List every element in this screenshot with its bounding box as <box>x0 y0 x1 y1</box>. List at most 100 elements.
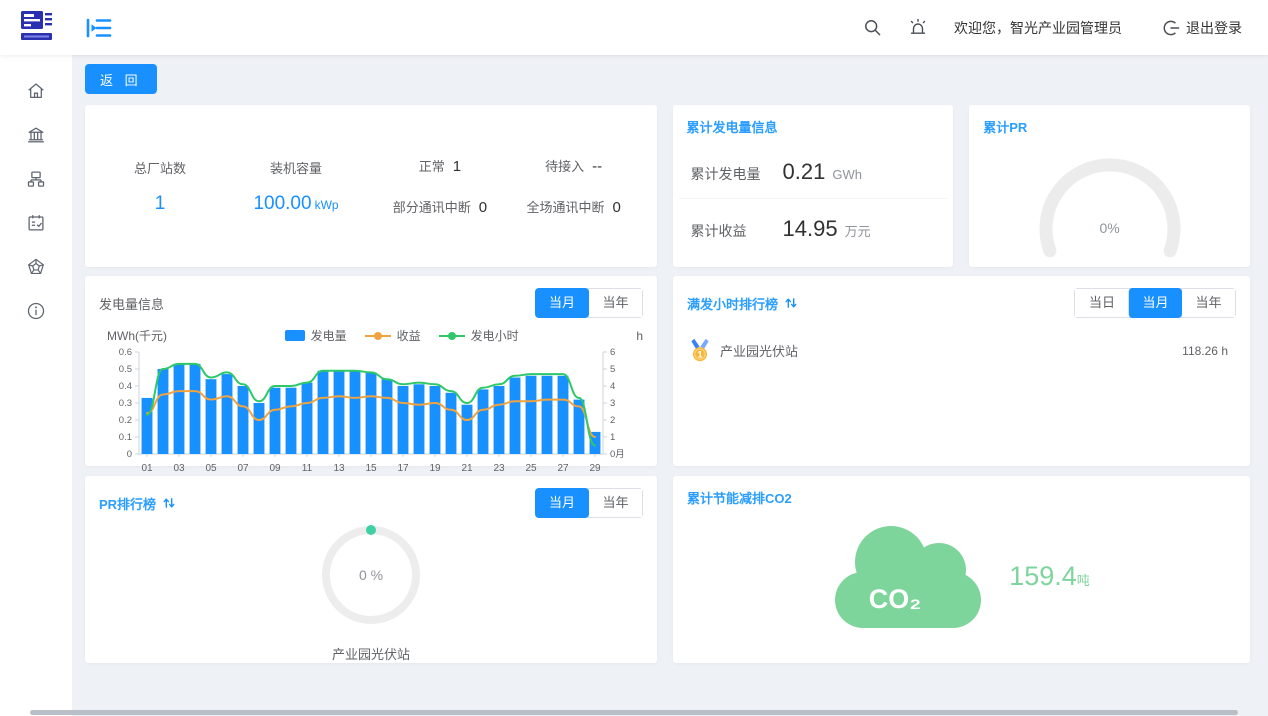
svg-text:17: 17 <box>397 463 409 474</box>
svg-text:01: 01 <box>141 463 153 474</box>
alarm-button[interactable] <box>908 18 928 38</box>
svg-text:0.1: 0.1 <box>119 432 132 443</box>
full-hours-rank-card: 满发小时排行榜 当日 当月 当年 <box>673 276 1250 466</box>
co2-cloud-label: CO₂ <box>869 584 922 614</box>
generation-bar-line-chart: 00.10.20.30.40.50.60月1234560103050709111… <box>93 346 641 478</box>
stat-label: 装机容量 <box>219 158 373 177</box>
rank-period-tabs: 当日 当月 当年 <box>1074 288 1236 318</box>
svg-text:29: 29 <box>589 463 601 474</box>
row-label: 累计发电量 <box>691 164 777 184</box>
status-value: 0 <box>479 199 487 216</box>
sidebar-item-info[interactable] <box>0 289 72 333</box>
left-axis-label: MWh(千元) <box>107 327 167 344</box>
stat-value: 100.00 <box>253 193 311 214</box>
row-unit: 万元 <box>845 221 871 240</box>
cumulative-revenue-row: 累计收益 14.95 万元 <box>679 198 948 255</box>
legend-line-swatch <box>439 330 465 341</box>
cumulative-pr-card: 累计PR 0% <box>969 105 1250 267</box>
horizontal-scrollbar[interactable] <box>30 710 1238 715</box>
logout-button[interactable]: 退出登录 <box>1162 18 1242 38</box>
cumulative-generation-card: 累计发电量信息 累计发电量 0.21 GWh 累计收益 14.95 万元 <box>673 105 954 267</box>
card-title: 累计PR <box>983 117 1027 136</box>
rank-number: 1 <box>697 350 702 360</box>
sidebar-item-reports[interactable] <box>0 201 72 245</box>
svg-text:0.5: 0.5 <box>119 364 132 375</box>
logo-icon <box>15 9 57 47</box>
svg-text:0.3: 0.3 <box>119 398 132 409</box>
stat-total-plants: 总厂站数 1 <box>101 158 219 215</box>
co2-value-wrap: 159.4吨 <box>1009 561 1090 592</box>
search-button[interactable] <box>863 18 882 37</box>
svg-text:0.2: 0.2 <box>119 415 132 426</box>
status-label: 全场通讯中断 <box>526 200 604 215</box>
gold-medal-icon: 1 <box>689 338 711 363</box>
top-header: 欢迎您，智光产业园管理员 退出登录 <box>0 0 1268 55</box>
status-value: 1 <box>453 158 461 175</box>
legend-label: 发电量 <box>311 327 347 344</box>
sidebar <box>0 55 72 716</box>
chart-legend: 发电量 收益 发电小时 <box>167 327 636 344</box>
tab-current-day[interactable]: 当日 <box>1075 289 1129 317</box>
svg-text:03: 03 <box>173 463 185 474</box>
tab-current-year[interactable]: 当年 <box>1181 289 1235 317</box>
status-column-left: 正常1 部分通讯中断0 <box>373 156 507 216</box>
svg-text:19: 19 <box>429 463 441 474</box>
svg-text:23: 23 <box>493 463 505 474</box>
svg-text:3: 3 <box>610 398 615 409</box>
pr-gauge-value: 0% <box>980 220 1240 236</box>
station-hours: 118.26 h <box>1182 344 1228 358</box>
collapse-menu-icon <box>86 17 112 39</box>
legend-generation[interactable]: 发电量 <box>285 327 347 344</box>
sort-icon[interactable] <box>162 496 176 510</box>
co2-unit: 吨 <box>1077 573 1090 588</box>
legend-hours[interactable]: 发电小时 <box>439 327 519 344</box>
sidebar-item-plants[interactable] <box>0 113 72 157</box>
legend-label: 收益 <box>397 327 421 344</box>
row-unit: GWh <box>832 167 862 182</box>
main-content: 返 回 总厂站数 1 装机容量 100.00 kWp 正常1 部分通讯中断0 <box>72 55 1268 716</box>
co2-value: 159.4 <box>1009 561 1077 591</box>
home-icon <box>25 80 47 102</box>
overview-card: 总厂站数 1 装机容量 100.00kWp 正常1 部分通讯中断0 待接入-- … <box>85 105 657 267</box>
welcome-text: 欢迎您，智光产业园管理员 <box>954 18 1122 38</box>
pr-gauge: 0% <box>980 142 1240 260</box>
card-title: 累计节能减排CO2 <box>687 488 792 507</box>
sidebar-item-home[interactable] <box>0 69 72 113</box>
legend-line-swatch <box>365 330 391 341</box>
sidebar-item-analysis[interactable] <box>0 245 72 289</box>
tab-current-month[interactable]: 当月 <box>1128 288 1182 318</box>
sidebar-item-devices[interactable] <box>0 157 72 201</box>
generation-chart-card: 发电量信息 当月 当年 MWh(千元) 发电量 收益 发电小时 h 00.10.… <box>85 276 657 466</box>
tab-current-year[interactable]: 当年 <box>588 289 642 317</box>
svg-text:21: 21 <box>461 463 473 474</box>
stat-unit: kWp <box>315 198 339 212</box>
tab-current-month[interactable]: 当月 <box>535 488 589 518</box>
legend-label: 发电小时 <box>471 327 519 344</box>
back-button[interactable]: 返 回 <box>85 64 157 94</box>
tab-current-month[interactable]: 当月 <box>535 288 589 318</box>
legend-revenue[interactable]: 收益 <box>365 327 421 344</box>
plant-icon <box>25 124 47 146</box>
row-value: 14.95 <box>783 216 838 242</box>
svg-text:0.6: 0.6 <box>119 347 132 358</box>
collapse-sidebar-button[interactable] <box>86 17 112 39</box>
status-normal: 正常1 <box>419 156 461 175</box>
sort-icon[interactable] <box>784 296 798 310</box>
tab-current-year[interactable]: 当年 <box>588 489 642 517</box>
svg-text:09: 09 <box>269 463 281 474</box>
svg-text:25: 25 <box>525 463 537 474</box>
svg-text:05: 05 <box>205 463 217 474</box>
device-topology-icon <box>25 168 47 190</box>
row-label: 累计收益 <box>691 221 777 241</box>
svg-text:5: 5 <box>610 364 615 375</box>
legend-bar-swatch <box>285 330 305 341</box>
info-icon <box>25 300 47 322</box>
logout-icon <box>1162 19 1180 37</box>
svg-text:07: 07 <box>237 463 249 474</box>
gauge-arc-icon <box>980 142 1240 260</box>
search-icon <box>863 18 882 37</box>
rank-row[interactable]: 1 产业园光伏站 118.26 h <box>673 318 1250 363</box>
logout-label: 退出登录 <box>1186 18 1242 38</box>
stat-value: 1 <box>155 193 166 214</box>
svg-text:1: 1 <box>610 432 615 443</box>
